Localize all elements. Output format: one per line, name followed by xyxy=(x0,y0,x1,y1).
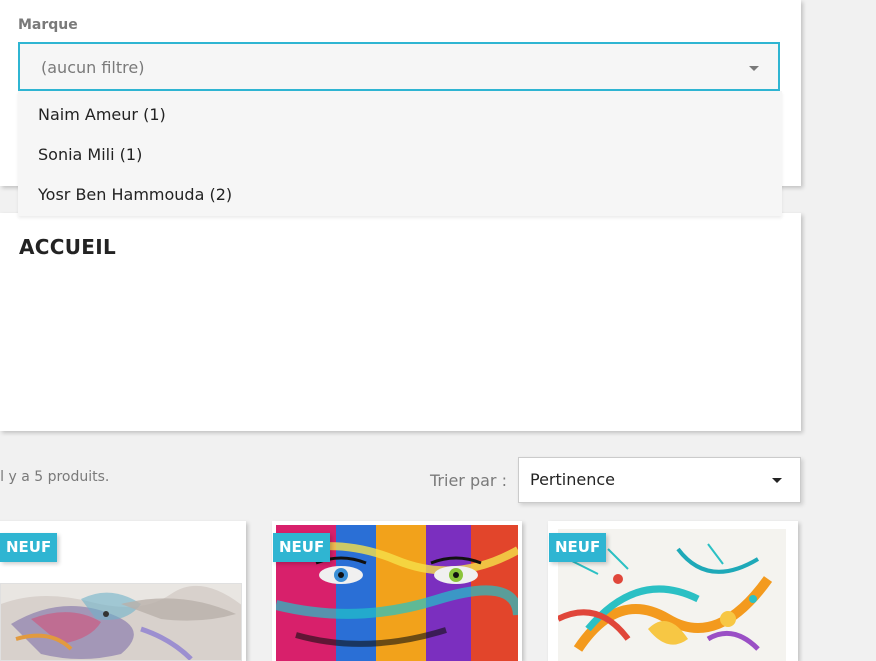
brand-option-naim-ameur[interactable]: Naim Ameur (1) xyxy=(38,105,166,124)
brand-filter-dropdown: Naim Ameur (1) Sonia Mili (1) Yosr Ben H… xyxy=(18,91,782,216)
brand-filter-title: Marque xyxy=(18,17,78,33)
brand-option-yosr-ben-hammouda[interactable]: Yosr Ben Hammouda (2) xyxy=(38,185,232,204)
new-badge: NEUF xyxy=(0,533,58,562)
product-count: Il y a 5 produits. xyxy=(0,469,110,485)
caret-down-icon xyxy=(749,66,759,71)
painting-colorful-horse-image xyxy=(1,584,241,660)
product-image[interactable] xyxy=(0,583,242,661)
category-title: ACCUEIL xyxy=(19,235,117,259)
brand-filter-select[interactable]: (aucun filtre) xyxy=(18,42,780,91)
brand-filter-selected-value: (aucun filtre) xyxy=(41,58,145,77)
sort-label: Trier par : xyxy=(430,471,507,490)
sort-selected-value: Pertinence xyxy=(530,470,615,489)
brand-option-sonia-mili[interactable]: Sonia Mili (1) xyxy=(38,145,142,164)
sort-select[interactable]: Pertinence xyxy=(518,457,801,503)
category-header-panel: ACCUEIL xyxy=(0,213,801,431)
caret-down-icon xyxy=(772,478,782,483)
new-badge: NEUF xyxy=(273,533,331,562)
new-badge: NEUF xyxy=(549,533,607,562)
